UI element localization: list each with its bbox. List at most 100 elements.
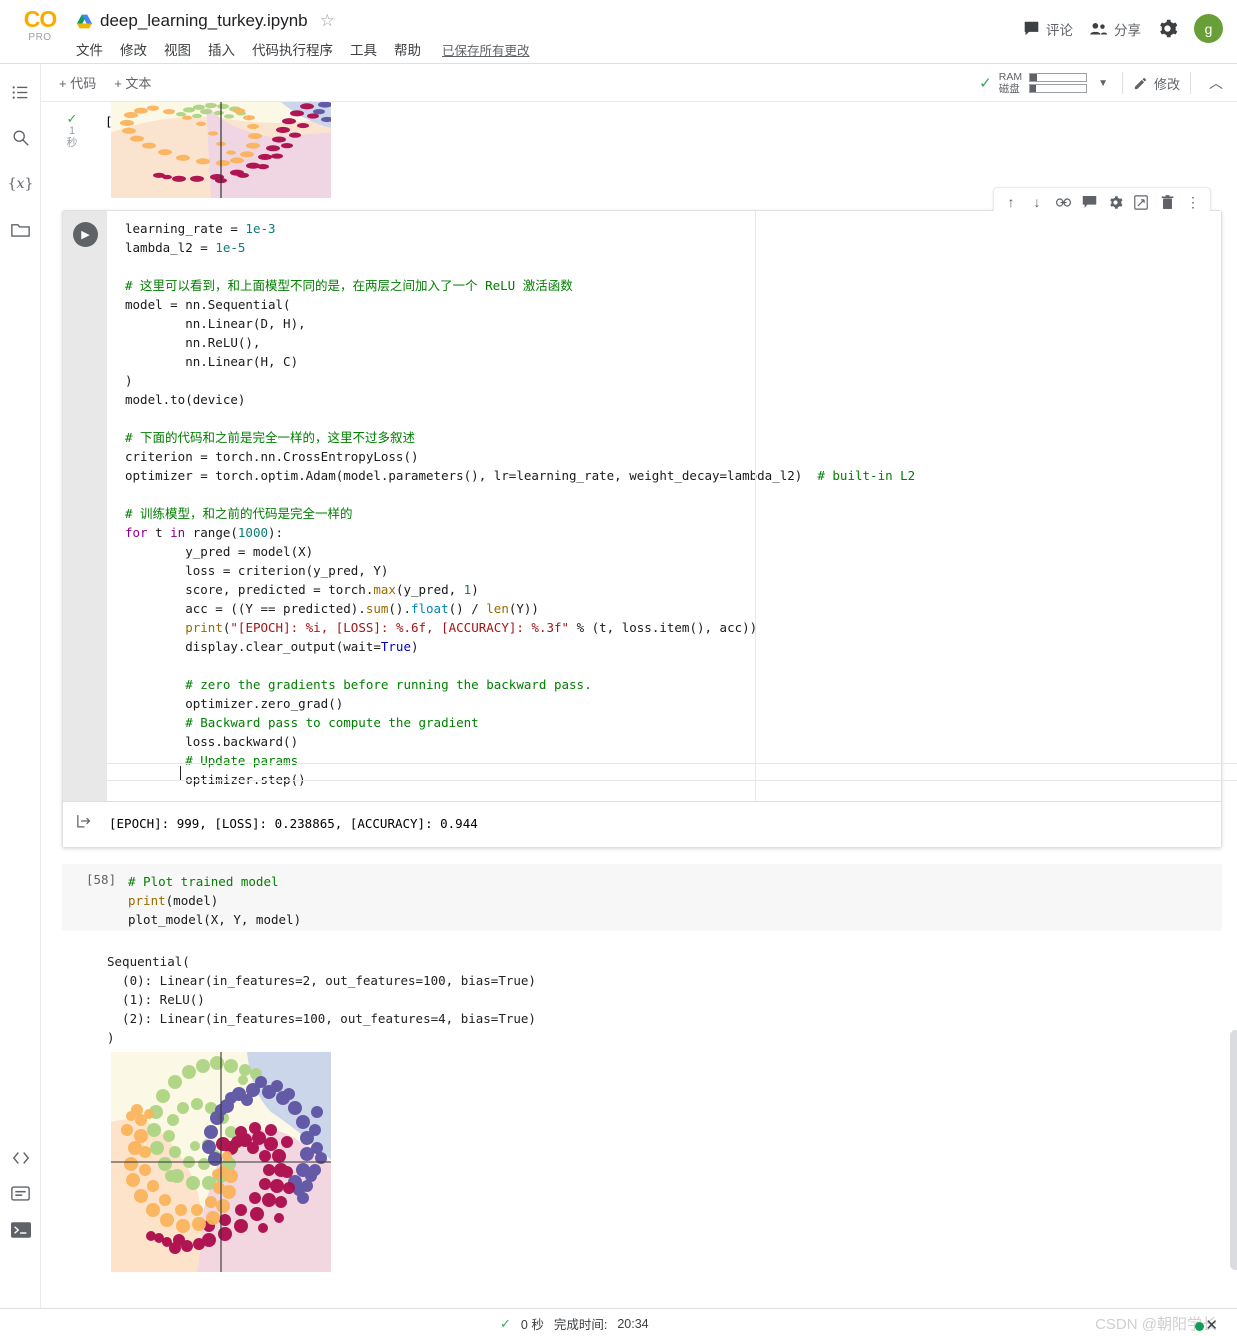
output-line: (1): ReLU(): [107, 992, 205, 1007]
code-token: max: [373, 582, 396, 597]
search-icon[interactable]: [8, 125, 33, 150]
code-line: for t in range(1000):: [107, 523, 1221, 542]
code-line: # 训练模型，和之前的代码是完全一样的: [107, 504, 1221, 523]
code-token: range(: [185, 525, 238, 540]
code-snippets-icon[interactable]: [8, 1145, 33, 1170]
menu-item-tools[interactable]: 工具: [350, 39, 377, 59]
code-token: in: [170, 525, 186, 540]
disk-bar: [1029, 84, 1088, 93]
resource-meter[interactable]: ✓ RAM 磁盘 ▼: [979, 71, 1112, 95]
command-palette-icon[interactable]: [8, 1181, 33, 1206]
settings-icon[interactable]: [1104, 191, 1126, 213]
menu-item-edit[interactable]: 修改: [120, 39, 147, 59]
menu-item-view[interactable]: 视图: [164, 39, 191, 59]
code-line: loss.backward(): [107, 732, 1221, 751]
ram-bar: [1029, 73, 1088, 82]
move-up-icon[interactable]: ↑: [1000, 191, 1022, 213]
add-code-cell-button[interactable]: + 代码: [59, 73, 96, 92]
code-token: nn.Linear(H, C): [125, 354, 299, 369]
code-line: loss = criterion(y_pred, Y): [107, 561, 1221, 580]
colab-logo[interactable]: CO PRO: [14, 6, 66, 54]
cell-run-column: ▶: [63, 211, 107, 803]
code-line: optimizer.zero_grad(): [107, 694, 1221, 713]
code-token: sum: [365, 601, 389, 616]
code-cell-58[interactable]: [58] # Plot trained model print(model) plo…: [62, 864, 1222, 931]
menu-item-help[interactable]: 帮助: [394, 39, 421, 59]
colab-window: CO PRO deep_learning_turkey.ipynb ☆ 文件 修…: [0, 0, 1237, 1336]
column-ruler: [755, 211, 756, 803]
more-options-icon[interactable]: ⋮: [1182, 191, 1204, 213]
code-line: optimizer = torch.optim.Adam(model.param…: [107, 466, 1221, 485]
code-token: loss.backward(): [125, 734, 299, 749]
share-label: 分享: [1114, 22, 1141, 38]
toc-icon[interactable]: [8, 80, 33, 105]
edit-label: 修改: [1153, 76, 1180, 92]
mirror-cell-icon[interactable]: [1130, 191, 1152, 213]
palette-glyph: [11, 1186, 30, 1201]
drive-icon: [77, 14, 92, 28]
toolbar-divider: [1121, 72, 1123, 94]
toolbar-divider-2: [1190, 72, 1191, 94]
code-token: nn.Linear(D, H),: [125, 316, 306, 331]
chevron-up-icon[interactable]: ︿: [1201, 73, 1231, 93]
avatar[interactable]: g: [1194, 14, 1223, 43]
pencil-icon: [1134, 77, 1147, 89]
gear-icon[interactable]: [1157, 18, 1178, 39]
code-token: optimizer.zero_grad(): [125, 696, 344, 711]
code-line: acc = ((Y == predicted).sum().float() / …: [107, 599, 1221, 618]
close-icon[interactable]: ✕: [1205, 1316, 1218, 1334]
star-icon[interactable]: ☆: [320, 11, 335, 31]
code-token: ): [125, 373, 133, 388]
notebook-title[interactable]: deep_learning_turkey.ipynb: [100, 11, 308, 31]
vertical-scrollbar-thumb[interactable]: [1230, 1030, 1237, 1270]
text-caret: [180, 766, 181, 780]
code-token: # built-in L2: [817, 468, 916, 483]
run-cell-button[interactable]: ▶: [73, 222, 98, 247]
variables-icon[interactable]: {x}: [8, 171, 34, 196]
code-editor[interactable]: learning_rate = 1e-3 lambda_l2 = 1e-5 # 这…: [107, 211, 1221, 803]
code-line: nn.ReLU(),: [107, 333, 1221, 352]
code-token: ):: [268, 525, 284, 540]
menu-item-insert[interactable]: 插入: [208, 39, 235, 59]
code-token: for: [125, 525, 148, 540]
active-code-cell[interactable]: ↑ ↓ ⋮ ▶ learning_rate = 1e-3 lambda_l2 =…: [62, 187, 1237, 848]
chevron-down-icon[interactable]: ▼: [1094, 78, 1112, 89]
files-icon[interactable]: [8, 217, 33, 242]
code-token: 1e-5: [215, 240, 246, 255]
menu-item-file[interactable]: 文件: [76, 39, 103, 59]
delete-icon[interactable]: [1156, 191, 1178, 213]
code-token: # 训练模型，和之前的代码是完全一样的: [125, 506, 353, 521]
code-token: optimizer = torch.optim.Adam(model.param…: [125, 468, 818, 483]
code-line: model.to(device): [107, 390, 1221, 409]
share-button[interactable]: 分享: [1089, 19, 1141, 39]
code-token: # Backward pass to compute the gradient: [125, 715, 479, 730]
output-line: Sequential(: [107, 954, 190, 969]
code-token: ): [471, 582, 479, 597]
menu-item-runtime[interactable]: 代码执行程序: [252, 39, 333, 59]
comment-glyph: [1082, 196, 1096, 208]
code-line: plot_model(X, Y, model): [128, 910, 301, 929]
code-token: ().: [388, 601, 411, 616]
code-line: lambda_l2 = 1e-5: [107, 238, 1221, 257]
search-glyph: [12, 129, 29, 146]
menu-bar: 文件 修改 视图 插入 代码执行程序 工具 帮助 已保存所有更改: [76, 39, 530, 59]
comment-icon: [1024, 21, 1039, 36]
add-text-cell-button[interactable]: + 文本: [114, 73, 151, 92]
move-down-icon[interactable]: ↓: [1026, 191, 1048, 213]
code-token: % (t, loss.item(), acc)): [569, 620, 758, 635]
output-arrow-icon: [77, 814, 92, 831]
save-status-label[interactable]: 已保存所有更改: [442, 40, 530, 59]
code-token: # Plot trained model: [128, 874, 279, 889]
code-token: len: [486, 601, 509, 616]
code-token: loss = criterion(y_pred, Y): [125, 563, 389, 578]
link-icon[interactable]: [1052, 191, 1074, 213]
code-token: (y_pred,: [395, 582, 464, 597]
code-line: print(model): [128, 891, 301, 910]
comment-button[interactable]: 评论: [1023, 19, 1073, 39]
terminal-icon[interactable]: [8, 1217, 33, 1242]
comment-icon[interactable]: [1078, 191, 1100, 213]
status-info: ✓ 0 秒 完成时间: 20:34: [500, 1314, 649, 1333]
edit-button[interactable]: 修改: [1133, 74, 1180, 93]
connection-dot-icon: [1195, 1322, 1204, 1331]
